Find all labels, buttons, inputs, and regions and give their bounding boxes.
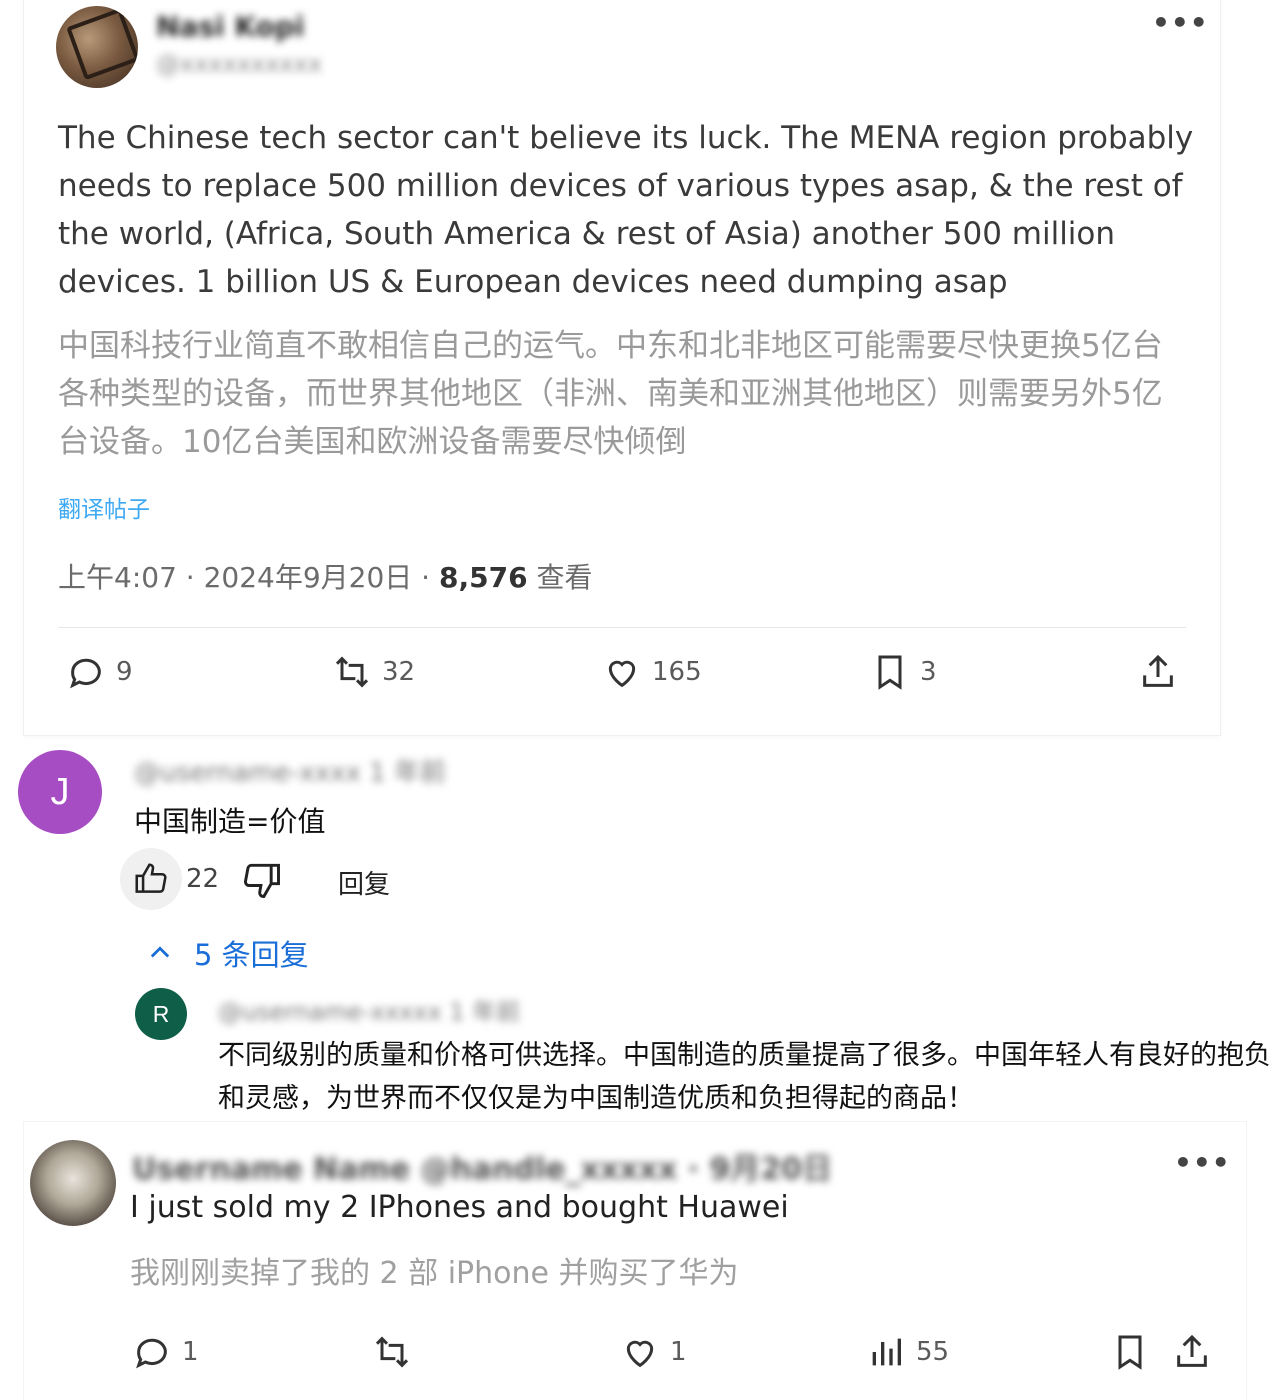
commenter-name[interactable]: @username-xxxx 1 年前 (134, 752, 446, 789)
tweet-text: The Chinese tech sector can't believe it… (58, 120, 1194, 300)
translate-post-link[interactable]: 翻译帖子 (58, 490, 150, 524)
bottom-views-action[interactable]: 55 (866, 1332, 949, 1372)
commenter-avatar[interactable]: J (18, 750, 102, 834)
reply-icon (70, 658, 101, 689)
bottom-tweet-avatar[interactable] (30, 1140, 116, 1226)
share-icon (1177, 1334, 1207, 1367)
bookmark-icon (878, 655, 902, 690)
bottom-more-options-icon[interactable]: ••• (1174, 1146, 1231, 1179)
tweet-timestamp[interactable]: 上午4:07 · 2024年9月20日 · (58, 561, 439, 594)
views-label: 查看 (527, 561, 593, 594)
bottom-like-count: 1 (670, 1337, 687, 1367)
bottom-reply-action[interactable]: 1 (132, 1332, 199, 1372)
thumbs-down-icon (244, 863, 280, 898)
replies-count-label: 5 条回复 (194, 938, 309, 972)
heart-icon (626, 1340, 654, 1368)
bottom-tweet-author[interactable]: Username Name @handle_xxxxx · 9月20日 (132, 1144, 832, 1188)
tweet-avatar[interactable] (56, 6, 138, 88)
share-action[interactable] (1138, 652, 1178, 692)
bookmark-icon (1118, 1335, 1142, 1370)
views-count: 8,576 (438, 561, 528, 594)
bottom-tweet-text: I just sold my 2 IPhones and bought Huaw… (130, 1190, 789, 1225)
reply-avatar[interactable]: R (135, 988, 187, 1040)
tweet-translation: 中国科技行业简直不敢相信自己的运气。中东和北非地区可能需要尽快更换5亿台各种类型… (58, 328, 1163, 460)
bottom-retweet-action[interactable] (372, 1332, 412, 1372)
thumbs-up-button[interactable] (120, 848, 182, 910)
bottom-like-action[interactable]: 1 (620, 1332, 687, 1372)
reply-text: 不同级别的质量和价格可供选择。中国制造的质量提高了很多。中国年轻人有良好的抱负和… (218, 1040, 1271, 1114)
reply-count: 9 (116, 657, 133, 687)
reply-action[interactable]: 9 (66, 652, 133, 692)
bottom-reply-count: 1 (182, 1337, 199, 1367)
bookmark-action[interactable]: 3 (870, 652, 937, 692)
chevron-up-icon (150, 946, 170, 958)
reply-author-name[interactable]: @username-xxxxx 1 年前 (218, 992, 520, 1027)
reply-button[interactable]: 回复 (338, 864, 390, 901)
reply-icon (136, 1338, 167, 1369)
replies-toggle-button[interactable]: 5 条回复 (146, 932, 309, 974)
thumbs-up-icon (135, 863, 167, 893)
comment-text: 中国制造=价值 (134, 805, 326, 838)
more-options-icon[interactable]: ••• (1152, 6, 1209, 39)
retweet-icon (375, 1336, 409, 1368)
retweet-action[interactable]: 32 (332, 652, 415, 692)
thumbs-down-button[interactable] (240, 858, 284, 906)
share-icon (1143, 654, 1173, 687)
analytics-icon (872, 1338, 901, 1366)
retweet-count: 32 (382, 657, 416, 687)
bookmark-count: 3 (920, 657, 937, 687)
like-action[interactable]: 165 (602, 652, 702, 692)
heart-icon (608, 660, 636, 688)
bottom-tweet-translation: 我刚刚卖掉了我的 2 部 iPhone 并购买了华为 (130, 1256, 739, 1291)
retweet-icon (335, 656, 369, 688)
tweet-author-handle[interactable]: @xxxxxxxxxx (156, 50, 322, 78)
like-count: 165 (652, 657, 702, 687)
tweet-author-name[interactable]: Nasi Kopi (156, 10, 304, 43)
bottom-bookmark-action[interactable] (1110, 1332, 1150, 1372)
comment-like-count: 22 (186, 864, 220, 894)
bottom-views-count: 55 (916, 1337, 950, 1367)
bottom-share-action[interactable] (1172, 1332, 1212, 1372)
divider (58, 627, 1186, 628)
tweet-meta: 上午4:07 · 2024年9月20日 · 8,576 查看 (58, 556, 592, 596)
